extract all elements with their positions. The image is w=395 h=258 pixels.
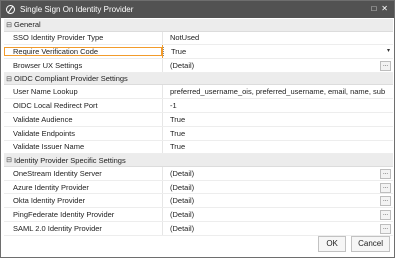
section-label: Identity Provider Specific Settings — [14, 155, 126, 165]
property-row[interactable]: Require Verification Code True ▾ — [4, 45, 393, 60]
property-name: Validate Issuer Name — [13, 142, 85, 152]
property-value[interactable]: (Detail) — [163, 224, 393, 233]
property-row[interactable]: User Name Lookup preferred_username_ois, … — [4, 85, 393, 100]
section-header[interactable]: ⊟ OIDC Compliant Provider Settings — [4, 72, 393, 86]
property-row[interactable]: PingFederate Identity Provider (Detail)..… — [4, 208, 393, 223]
property-row[interactable]: Azure Identity Provider (Detail)... — [4, 180, 393, 195]
property-row[interactable]: Okta Identity Provider (Detail)... — [4, 194, 393, 209]
section-label: General — [14, 20, 41, 30]
property-grid: ⊟ General SSO Identity Provider Type NotUse… — [4, 19, 393, 236]
detail-button[interactable]: ... — [380, 61, 391, 72]
property-value[interactable]: True — [163, 142, 393, 151]
collapse-icon[interactable]: ⊟ — [4, 75, 14, 83]
detail-button[interactable]: ... — [380, 196, 391, 207]
detail-button[interactable]: ... — [380, 182, 391, 193]
app-logo-icon — [6, 5, 15, 14]
property-name: Require Verification Code — [4, 47, 162, 57]
property-name: OIDC Local Redirect Port — [13, 101, 98, 111]
property-value[interactable]: (Detail) — [163, 183, 393, 192]
property-name: Okta Identity Provider — [13, 196, 86, 206]
property-name: Validate Endpoints — [13, 128, 75, 138]
property-name: OneStream Identity Server — [13, 168, 102, 178]
restore-icon[interactable]: □ — [371, 4, 376, 13]
property-row[interactable]: Validate Audience True — [4, 112, 393, 127]
property-value[interactable]: (Detail) — [163, 61, 393, 70]
title-bar: Single Sign On Identity Provider □ ✕ — [1, 1, 394, 18]
property-row[interactable]: Validate Issuer Name True — [4, 140, 393, 155]
detail-button[interactable]: ... — [380, 224, 391, 235]
property-row[interactable]: SSO Identity Provider Type NotUsed — [4, 31, 393, 46]
property-value[interactable]: True — [163, 129, 393, 138]
detail-button[interactable]: ... — [380, 210, 391, 221]
property-value[interactable]: True — [163, 47, 393, 57]
property-row[interactable]: Browser UX Settings (Detail)... — [4, 59, 393, 73]
property-name: Azure Identity Provider — [13, 182, 89, 192]
section-header[interactable]: ⊟ Identity Provider Specific Settings — [4, 154, 393, 167]
detail-button[interactable]: ... — [380, 168, 391, 179]
property-row[interactable]: SAML 2.0 Identity Provider (Detail)... — [4, 222, 393, 236]
property-value[interactable]: preferred_username_ois, preferred_userna… — [163, 87, 393, 96]
property-value[interactable]: (Detail) — [163, 196, 393, 205]
property-name: Browser UX Settings — [13, 60, 83, 70]
property-value[interactable]: NotUsed — [163, 33, 393, 42]
property-row[interactable]: Validate Endpoints True — [4, 126, 393, 141]
property-value[interactable]: (Detail) — [163, 169, 393, 178]
ok-button[interactable]: OK — [318, 236, 347, 252]
dialog-title: Single Sign On Identity Provider — [20, 5, 134, 14]
window-controls: □ ✕ — [371, 4, 388, 13]
property-row[interactable]: OIDC Local Redirect Port -1 — [4, 99, 393, 113]
property-name: PingFederate Identity Provider — [13, 210, 115, 220]
close-icon[interactable]: ✕ — [381, 4, 388, 13]
dialog-window: Single Sign On Identity Provider □ ✕ ⊟ Ge… — [0, 0, 395, 258]
dialog-footer: OK Cancel — [318, 236, 390, 252]
property-name: Validate Audience — [13, 114, 73, 124]
dropdown-arrow-icon[interactable]: ▾ — [387, 47, 390, 54]
property-name: SSO Identity Provider Type — [13, 33, 104, 43]
cancel-button[interactable]: Cancel — [351, 236, 390, 252]
collapse-icon[interactable]: ⊟ — [4, 156, 14, 164]
property-name: User Name Lookup — [13, 87, 78, 97]
property-value[interactable]: -1 — [163, 101, 393, 110]
section-label: OIDC Compliant Provider Settings — [14, 74, 128, 84]
property-row[interactable]: OneStream Identity Server (Detail)... — [4, 166, 393, 181]
property-value[interactable]: (Detail) — [163, 210, 393, 219]
property-name: SAML 2.0 Identity Provider — [13, 223, 102, 233]
property-value[interactable]: True — [163, 115, 393, 124]
collapse-icon[interactable]: ⊟ — [4, 21, 14, 29]
section-header[interactable]: ⊟ General — [4, 19, 393, 32]
